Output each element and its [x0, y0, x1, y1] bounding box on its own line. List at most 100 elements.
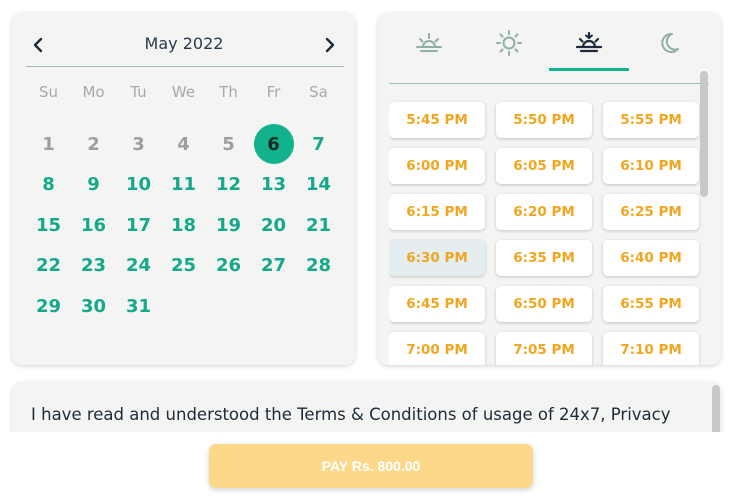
time-slot-button[interactable]: 7:10 PM — [603, 332, 699, 365]
calendar-day[interactable]: 18 — [161, 205, 206, 245]
time-slot-button[interactable]: 6:20 PM — [496, 194, 592, 230]
calendar-day[interactable]: 24 — [116, 246, 161, 286]
calendar-header: May 2022 — [24, 31, 344, 61]
moon-icon — [661, 32, 679, 53]
sunrise-icon — [416, 33, 442, 52]
calendar-panel: May 2022 Su Mo Tu We Th Fr Sa 1 2 3 4 5 6 7 8 9 10 11 12 1… — [12, 13, 355, 365]
calendar-day[interactable]: 22 — [26, 246, 71, 286]
time-slot-button[interactable]: 6:25 PM — [603, 194, 699, 230]
calendar-day[interactable]: 19 — [206, 205, 251, 245]
time-slot-button[interactable]: 6:45 PM — [389, 286, 485, 322]
calendar-day[interactable]: 29 — [26, 286, 71, 326]
month-label: May 2022 — [144, 34, 224, 53]
calendar-day-number: 31 — [125, 295, 152, 317]
time-slot-button[interactable]: 6:30 PM — [389, 240, 485, 276]
calendar-day[interactable]: 28 — [296, 246, 341, 286]
period-tabs — [389, 27, 709, 71]
calendar-day-selected[interactable]: 6 — [251, 124, 296, 165]
calendar-day-number: 28 — [305, 255, 332, 277]
calendar-day[interactable]: 25 — [161, 246, 206, 286]
calendar-day: 2 — [71, 124, 116, 164]
calendar-day-number: 8 — [42, 174, 55, 196]
tab-divider — [389, 83, 709, 84]
time-slot-button[interactable]: 5:55 PM — [603, 102, 699, 138]
time-slot-button[interactable]: 6:10 PM — [603, 148, 699, 184]
tab-night[interactable] — [629, 27, 709, 71]
calendar-day-number: 13 — [260, 174, 287, 196]
sun-icon — [496, 30, 522, 56]
calendar-day-number: 22 — [35, 255, 62, 277]
calendar-day[interactable]: 14 — [296, 165, 341, 205]
time-slot-button[interactable]: 7:05 PM — [496, 332, 592, 365]
calendar-week-row: 22 23 24 25 26 27 28 — [26, 246, 344, 287]
time-slot-button[interactable]: 6:05 PM — [496, 148, 592, 184]
calendar-day-number: 21 — [305, 214, 332, 236]
calendar-day[interactable]: 10 — [116, 165, 161, 205]
calendar-week-row: 1 2 3 4 567 — [26, 124, 344, 165]
time-slot-button[interactable]: 7:00 PM — [389, 332, 485, 365]
next-month-button[interactable] — [316, 31, 344, 59]
calendar-day-number: 27 — [260, 255, 287, 277]
calendar-day[interactable]: 13 — [251, 165, 296, 205]
calendar-day[interactable]: 7 — [296, 124, 341, 164]
time-slot-button[interactable]: 6:55 PM — [603, 286, 699, 322]
calendar-day-number: 10 — [125, 174, 152, 196]
calendar-day-number: 30 — [80, 295, 107, 317]
calendar-day[interactable]: 21 — [296, 205, 341, 245]
calendar-grid: Su Mo Tu We Th Fr Sa 1 2 3 4 5 6 7 8 9 10 11 12 13 14 15 16 17… — [26, 83, 344, 327]
calendar-day-number: 2 — [87, 133, 100, 155]
time-slot-grid: 5:45 PM 5:50 PM 5:55 PM 6:00 PM 6:05 PM 6:10 … — [389, 85, 706, 365]
calendar-day: 4 — [161, 124, 206, 164]
time-slot-button[interactable]: 5:45 PM — [389, 102, 485, 138]
calendar-day[interactable]: 8 — [26, 165, 71, 205]
time-slot-button[interactable]: 6:15 PM — [389, 194, 485, 230]
calendar-day[interactable]: 30 — [71, 286, 116, 326]
tab-morning[interactable] — [389, 27, 469, 71]
calendar-day[interactable]: 26 — [206, 246, 251, 286]
sunset-icon — [575, 31, 603, 53]
calendar-day[interactable]: 17 — [116, 205, 161, 245]
calendar-day: 3 — [116, 124, 161, 164]
calendar-week-row: 8 9 10 11 12 13 14 — [26, 165, 344, 206]
calendar-day-number: 16 — [80, 214, 107, 236]
calendar-day-number: 11 — [170, 174, 197, 196]
calendar-day-number: 7 — [312, 133, 325, 155]
calendar-day-number: 14 — [305, 174, 332, 196]
calendar-day[interactable]: 31 — [116, 286, 161, 326]
calendar-day[interactable]: 12 — [206, 165, 251, 205]
time-slot-button[interactable]: 6:00 PM — [389, 148, 485, 184]
weekday-label: Sa — [309, 83, 328, 101]
time-slot-button[interactable]: 6:40 PM — [603, 240, 699, 276]
calendar-day: 5 — [206, 124, 251, 164]
time-slot-scrollbar[interactable] — [700, 71, 708, 197]
calendar-day-number: 12 — [215, 174, 242, 196]
calendar-day: 1 — [26, 124, 71, 164]
weekday-header-row: Su Mo Tu We Th Fr Sa — [26, 83, 344, 103]
time-slot-panel: 5:45 PM 5:50 PM 5:55 PM 6:00 PM 6:05 PM 6:10 … — [378, 13, 721, 365]
weekday-label: We — [171, 83, 196, 101]
calendar-day-number: 6 — [253, 124, 294, 165]
weekday-label: Th — [219, 83, 238, 101]
time-slot-button[interactable]: 6:50 PM — [496, 286, 592, 322]
calendar-day[interactable]: 11 — [161, 165, 206, 205]
calendar-day-number: 17 — [125, 214, 152, 236]
calendar-day[interactable]: 16 — [71, 205, 116, 245]
calendar-day[interactable]: 23 — [71, 246, 116, 286]
time-slot-button[interactable]: 6:35 PM — [496, 240, 592, 276]
calendar-day-number: 23 — [80, 255, 107, 277]
time-slot-list[interactable]: 5:45 PM 5:50 PM 5:55 PM 6:00 PM 6:05 PM 6:10 … — [389, 85, 706, 365]
calendar-day[interactable]: 27 — [251, 246, 296, 286]
calendar-day[interactable]: 20 — [251, 205, 296, 245]
tab-evening[interactable] — [549, 27, 629, 71]
calendar-day-number: 20 — [260, 214, 287, 236]
weekday-label: Mo — [82, 83, 105, 101]
pay-button[interactable]: PAY Rs. 800.00 — [209, 444, 533, 488]
calendar-day-number: 19 — [215, 214, 242, 236]
calendar-day[interactable]: 9 — [71, 165, 116, 205]
calendar-day[interactable]: 15 — [26, 205, 71, 245]
calendar-day-number: 15 — [35, 214, 62, 236]
tab-afternoon[interactable] — [469, 27, 549, 71]
time-slot-button[interactable]: 5:50 PM — [496, 102, 592, 138]
calendar-day-number: 9 — [87, 174, 100, 196]
calendar-week-row: 29 30 31 — [26, 286, 344, 327]
